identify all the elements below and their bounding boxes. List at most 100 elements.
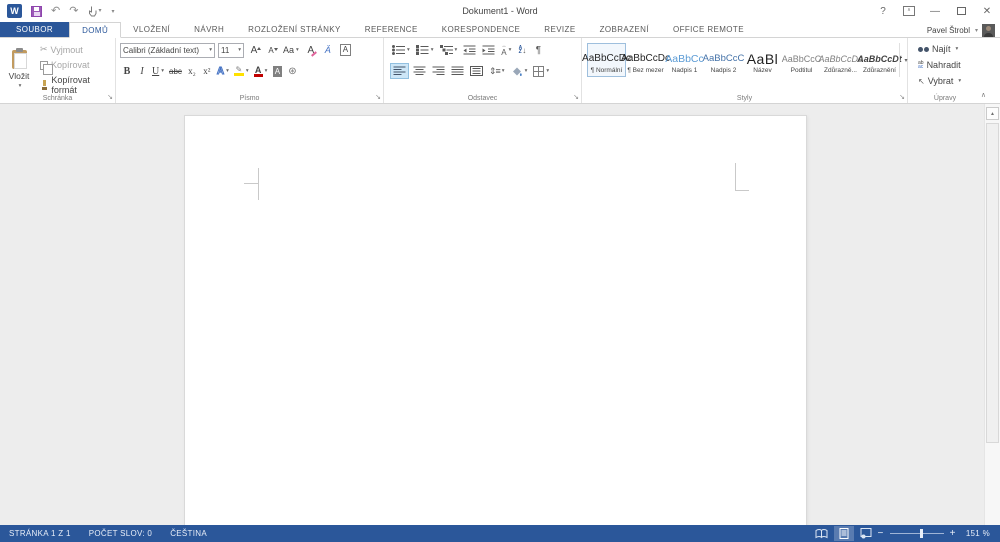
- restore-button[interactable]: [948, 0, 974, 22]
- scrollbar-thumb[interactable]: [986, 123, 999, 443]
- strikethrough-button[interactable]: abc: [167, 63, 184, 79]
- distributed-button[interactable]: [468, 63, 485, 79]
- ribbon-display-options-button[interactable]: ∧: [896, 0, 922, 22]
- show-hide-marks-button[interactable]: ¶: [531, 42, 545, 58]
- replace-button[interactable]: ab ac Nahradit: [916, 59, 963, 71]
- tab-office-remote[interactable]: OFFICE REMOTE: [661, 22, 756, 37]
- align-right-button[interactable]: [430, 63, 447, 79]
- print-layout-button[interactable]: [833, 526, 854, 541]
- multilevel-list-button[interactable]: ▾: [438, 42, 460, 58]
- web-layout-button[interactable]: [856, 526, 876, 541]
- copy-button[interactable]: Kopírovat: [38, 59, 115, 75]
- phonetic-guide-button[interactable]: Ä: [321, 42, 335, 58]
- tab-revize[interactable]: REVIZE: [532, 22, 587, 37]
- tab-soubor[interactable]: SOUBOR: [0, 22, 70, 37]
- style-nazev[interactable]: AaBl Název: [743, 43, 782, 77]
- touch-mode-button[interactable]: ▾: [87, 5, 101, 17]
- collapse-ribbon-button[interactable]: ∧: [981, 91, 986, 99]
- change-case-icon: Aa: [283, 45, 295, 55]
- paragraph-dialog-launcher[interactable]: ↘: [573, 94, 579, 102]
- bold-button[interactable]: B: [120, 63, 134, 79]
- tab-rozlozeni-stranky[interactable]: ROZLOŽENÍ STRÁNKY: [236, 22, 353, 37]
- borders-button[interactable]: ▾: [531, 63, 551, 79]
- align-center-button[interactable]: [411, 63, 428, 79]
- style-label: Zdůrazně...: [824, 67, 857, 74]
- clipboard-dialog-launcher[interactable]: ↘: [107, 94, 113, 102]
- align-right-icon: [432, 66, 445, 75]
- bullets-button[interactable]: ▾: [390, 42, 412, 58]
- format-painter-button[interactable]: Kopírovat formát: [38, 74, 115, 96]
- superscript-button[interactable]: x²: [200, 63, 214, 79]
- font-dialog-launcher[interactable]: ↘: [375, 94, 381, 102]
- tab-domu[interactable]: DOMŮ: [69, 22, 122, 38]
- enclose-characters-button[interactable]: ⊛: [285, 63, 299, 79]
- font-size-value: 11: [221, 45, 230, 55]
- user-avatar[interactable]: [982, 23, 995, 37]
- zoom-out-button[interactable]: −: [878, 528, 884, 539]
- underline-button[interactable]: U ▾: [150, 63, 166, 79]
- word-logo-icon[interactable]: W: [7, 4, 22, 18]
- asian-layout-button[interactable]: ↔ A ▾: [499, 42, 513, 58]
- highlight-button[interactable]: ✎ ▾: [232, 63, 251, 79]
- style-bez-mezer[interactable]: AaBbCcDc ¶ Bez mezer: [621, 43, 670, 77]
- text-effects-button[interactable]: A ▾: [215, 63, 231, 79]
- sort-button[interactable]: A Z ↓: [515, 42, 529, 58]
- paste-button[interactable]: Vložit ▾: [4, 41, 34, 98]
- tab-reference[interactable]: REFERENCE: [353, 22, 430, 37]
- zoom-slider-thumb[interactable]: [919, 529, 923, 538]
- style-nadpis-2[interactable]: AaBbCcC Nadpis 2: [703, 43, 745, 77]
- user-account[interactable]: Pavel Štrobl ▾: [927, 22, 995, 38]
- undo-button[interactable]: ↶: [51, 5, 60, 17]
- save-button[interactable]: [31, 5, 42, 17]
- increase-indent-button[interactable]: [480, 42, 497, 58]
- zoom-in-button[interactable]: +: [950, 528, 956, 539]
- shrink-font-button[interactable]: A: [264, 42, 279, 58]
- touch-hand-icon: [89, 6, 97, 17]
- change-case-button[interactable]: Aa ▾: [281, 42, 301, 58]
- line-spacing-icon: ⇕≡: [489, 65, 501, 76]
- find-button[interactable]: Najít ▾: [916, 43, 963, 55]
- cut-button[interactable]: ✂ Vyjmout: [38, 43, 115, 56]
- subscript-button[interactable]: x₂: [185, 63, 199, 79]
- close-button[interactable]: ✕: [974, 0, 1000, 22]
- decrease-indent-button[interactable]: [461, 42, 478, 58]
- style-zdurazne-subtle[interactable]: AaBbCcDc Zdůrazně...: [819, 43, 863, 77]
- styles-dialog-launcher[interactable]: ↘: [899, 94, 905, 102]
- style-podtitul[interactable]: AaBbCcC Podtitul: [782, 43, 822, 77]
- character-shading-button[interactable]: A: [270, 63, 284, 79]
- tab-zobrazeni[interactable]: ZOBRAZENÍ: [588, 22, 661, 37]
- numbering-button[interactable]: ▾: [414, 42, 436, 58]
- style-nadpis-1[interactable]: AaBbCc Nadpis 1: [665, 43, 704, 77]
- page-indicator[interactable]: STRÁNKA 1 Z 1: [0, 525, 80, 542]
- tab-korespondence[interactable]: KORESPONDENCE: [430, 22, 533, 37]
- word-count[interactable]: POČET SLOV: 0: [80, 525, 161, 542]
- justify-button[interactable]: [449, 63, 466, 79]
- help-button[interactable]: ?: [870, 0, 896, 22]
- font-size-combo[interactable]: 11 ▾: [218, 42, 244, 58]
- read-mode-button[interactable]: [812, 526, 832, 541]
- document-page[interactable]: [184, 115, 807, 525]
- select-button[interactable]: ↖ Vybrat ▾: [916, 75, 963, 87]
- shading-button[interactable]: ▾: [509, 63, 530, 79]
- save-icon: [31, 5, 42, 17]
- grow-font-button[interactable]: A: [247, 42, 261, 58]
- line-spacing-button[interactable]: ⇕≡ ▾: [487, 63, 507, 79]
- scroll-up-button[interactable]: ▲: [986, 107, 999, 120]
- clear-formatting-button[interactable]: A: [304, 42, 318, 58]
- clear-formatting-icon: A: [307, 44, 315, 56]
- italic-button[interactable]: I: [135, 63, 149, 79]
- character-border-button[interactable]: A: [338, 42, 353, 58]
- tab-navrh[interactable]: NÁVRH: [182, 22, 236, 37]
- align-left-button[interactable]: [390, 63, 409, 79]
- customize-qat-icon[interactable]: ▾: [111, 8, 114, 15]
- vertical-scrollbar[interactable]: ▲: [984, 104, 1000, 525]
- tab-vlozeni[interactable]: VLOŽENÍ: [121, 22, 182, 37]
- style-zduraznieni[interactable]: AaBbCcDt Zdůraznění: [857, 43, 902, 77]
- redo-button[interactable]: ↷: [69, 5, 78, 17]
- zoom-slider[interactable]: [889, 529, 944, 538]
- zoom-percentage[interactable]: 151 %: [958, 529, 996, 538]
- minimize-button[interactable]: —: [922, 0, 948, 22]
- language-indicator[interactable]: ČEŠTINA: [161, 525, 216, 542]
- font-name-combo[interactable]: Calibri (Základní text) ▾: [120, 42, 215, 58]
- font-color-button[interactable]: A ▾: [252, 63, 270, 79]
